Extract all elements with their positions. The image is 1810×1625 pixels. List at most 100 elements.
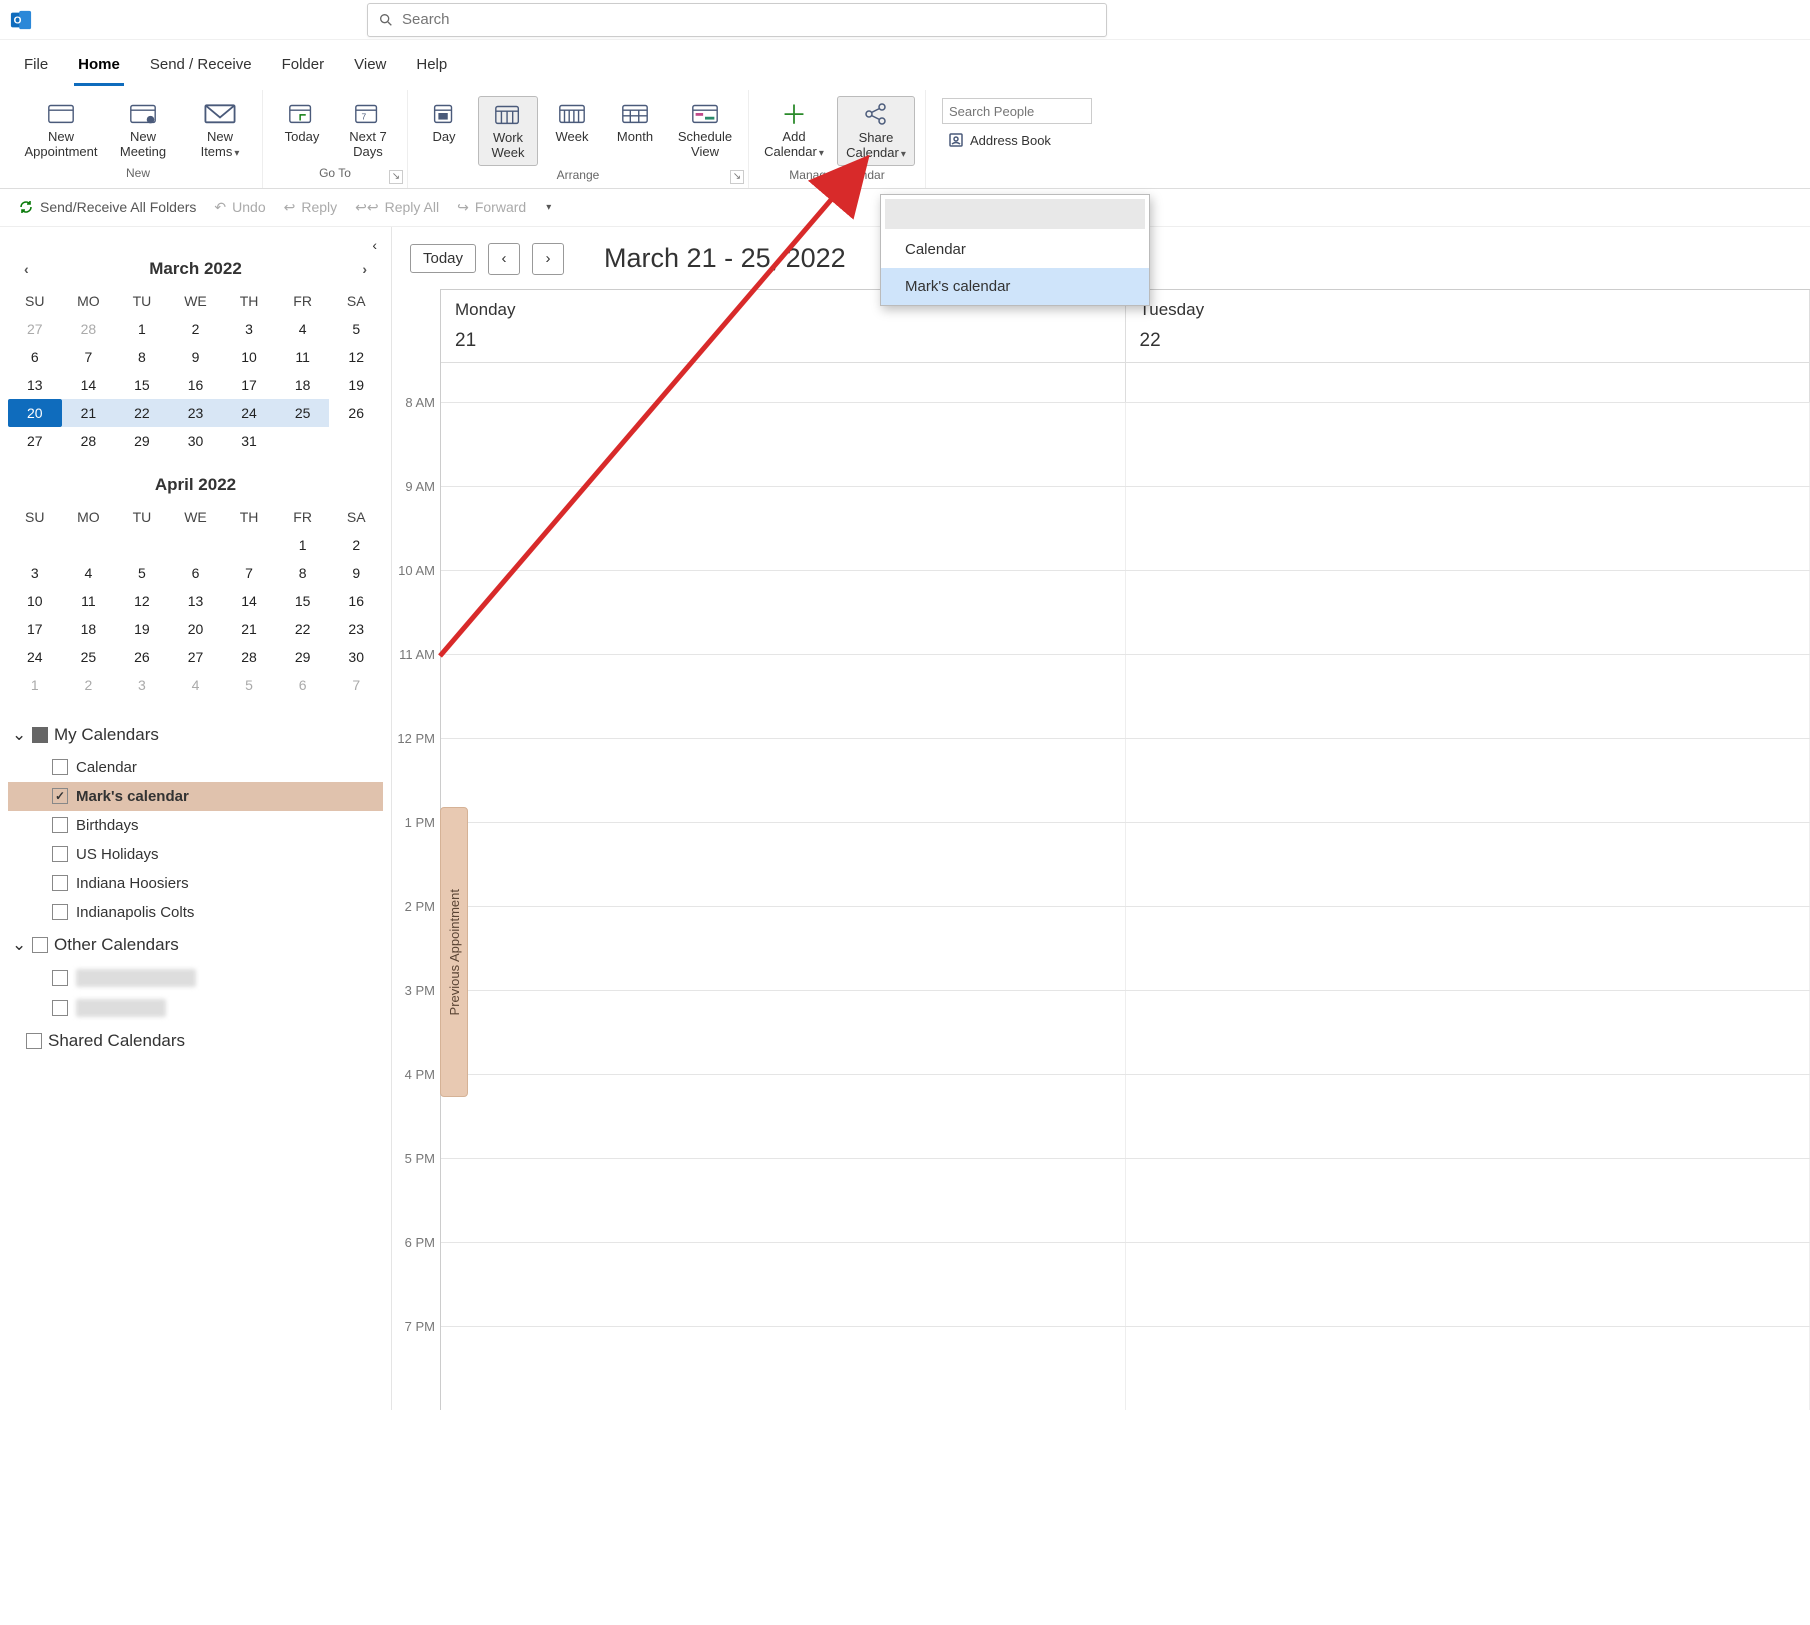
work-week-view-button[interactable]: Work Week [478,96,538,166]
mini-day-cell[interactable] [329,427,383,455]
send-receive-all-button[interactable]: Send/Receive All Folders [18,199,196,215]
shared-calendars-checkbox[interactable] [26,1033,42,1049]
undo-button[interactable]: ↶Undo [214,199,265,216]
time-cell[interactable] [441,1075,1126,1158]
time-cell[interactable] [1126,1243,1810,1326]
mini-day-cell[interactable]: 15 [276,587,330,615]
add-calendar-button[interactable]: ＋ Add Calendar▾ [759,96,829,166]
mini-prev-month[interactable]: ‹ [18,259,35,279]
global-search-input[interactable] [402,11,1096,28]
mini-day-cell[interactable]: 8 [115,343,169,371]
mini-next-month[interactable]: › [356,259,373,279]
mini-day-cell[interactable] [8,531,62,559]
calendar-checkbox[interactable] [52,846,68,862]
mini-day-cell[interactable]: 17 [8,615,62,643]
calendar-item[interactable]: Birthdays [8,811,383,840]
mini-day-cell[interactable]: 7 [329,671,383,699]
time-cell[interactable] [1126,487,1810,570]
month-view-button[interactable]: Month [606,96,664,166]
mini-day-cell[interactable]: 1 [115,315,169,343]
mini-day-cell[interactable]: 28 [62,315,116,343]
prev-week-button[interactable]: ‹ [488,243,520,275]
mini-day-cell[interactable]: 16 [329,587,383,615]
quick-more-button[interactable]: ▾ [544,202,551,213]
next-7-days-button[interactable]: 7 Next 7 Days [339,96,397,164]
next-week-button[interactable]: › [532,243,564,275]
calendar-checkbox[interactable] [52,875,68,891]
mini-day-cell[interactable]: 25 [276,399,330,427]
hour-row[interactable]: 3 PM [441,990,1810,1074]
mini-day-cell[interactable]: 10 [8,587,62,615]
time-cell[interactable] [441,403,1126,486]
my-calendars-checkbox[interactable] [32,727,48,743]
mini-day-cell[interactable]: 23 [169,399,223,427]
forward-button[interactable]: ↪Forward [457,199,526,216]
today-button[interactable]: Today [273,96,331,164]
day-column-header[interactable]: Tuesday22 [1126,290,1810,362]
calendar-checkbox[interactable] [52,759,68,775]
time-cell[interactable] [1126,571,1810,654]
hour-row[interactable]: 7 PM [441,1326,1810,1410]
mini-day-cell[interactable] [169,531,223,559]
mini-day-cell[interactable]: 5 [222,671,276,699]
mini-day-cell[interactable]: 27 [8,315,62,343]
week-view-button[interactable]: Week [546,96,598,166]
mini-day-cell[interactable]: 31 [222,427,276,455]
hour-row[interactable]: 9 AM [441,486,1810,570]
mini-day-cell[interactable]: 12 [115,587,169,615]
time-cell[interactable] [1126,655,1810,738]
time-cell[interactable] [441,907,1126,990]
calendar-item[interactable]: US Holidays [8,840,383,869]
new-appointment-button[interactable]: New Appointment [24,96,98,164]
mini-day-cell[interactable]: 7 [62,343,116,371]
time-cell[interactable] [1126,991,1810,1074]
mini-day-cell[interactable]: 17 [222,371,276,399]
mini-day-cell[interactable]: 16 [169,371,223,399]
search-people-input[interactable] [942,98,1092,124]
calendar-checkbox[interactable]: ✓ [52,788,68,804]
mini-day-cell[interactable]: 10 [222,343,276,371]
new-items-button[interactable]: New Items▾ [188,96,252,164]
mini-day-cell[interactable]: 5 [115,559,169,587]
mini-day-cell[interactable]: 27 [8,427,62,455]
mini-day-cell[interactable] [115,531,169,559]
calendar-checkbox[interactable] [52,904,68,920]
time-cell[interactable] [1126,403,1810,486]
time-cell[interactable] [1126,823,1810,906]
mini-day-cell[interactable]: 4 [276,315,330,343]
mini-day-cell[interactable]: 27 [169,643,223,671]
my-calendars-header[interactable]: ⌄ My Calendars [8,717,383,753]
hour-row[interactable]: 2 PM [441,906,1810,990]
mini-day-cell[interactable]: 9 [169,343,223,371]
mini-day-cell[interactable]: 2 [169,315,223,343]
mini-day-cell[interactable]: 19 [115,615,169,643]
mini-day-cell[interactable]: 8 [276,559,330,587]
mini-day-cell[interactable] [276,427,330,455]
mini-day-cell[interactable]: 28 [222,643,276,671]
address-book-button[interactable]: Address Book [942,130,1092,150]
mini-day-cell[interactable]: 2 [329,531,383,559]
share-menu-item-marks-calendar[interactable]: Mark's calendar [881,268,1149,305]
previous-appointment-tab[interactable]: Previous Appointment [440,807,468,1097]
calendar-item[interactable]: Calendar [8,753,383,782]
share-calendar-button[interactable]: Share Calendar▾ [837,96,915,166]
calendar-item[interactable]: Indianapolis Colts [8,898,383,927]
mini-day-cell[interactable]: 20 [8,399,62,427]
mini-day-cell[interactable]: 30 [169,427,223,455]
mini-day-cell[interactable]: 23 [329,615,383,643]
mini-day-cell[interactable]: 30 [329,643,383,671]
hour-row[interactable]: 4 PM [441,1074,1810,1158]
mini-day-cell[interactable]: 6 [8,343,62,371]
time-cell[interactable] [441,571,1126,654]
time-cell[interactable] [1126,1327,1810,1410]
goto-dialog-launcher[interactable]: ↘ [389,170,403,184]
mini-day-cell[interactable]: 12 [329,343,383,371]
mini-day-cell[interactable]: 5 [329,315,383,343]
other-calendars-checkbox[interactable] [32,937,48,953]
time-cell[interactable] [441,1243,1126,1326]
hour-row[interactable]: 11 AM [441,654,1810,738]
mini-day-cell[interactable]: 29 [276,643,330,671]
today-jump-button[interactable]: Today [410,244,476,273]
mini-day-cell[interactable]: 1 [8,671,62,699]
mini-day-cell[interactable]: 15 [115,371,169,399]
